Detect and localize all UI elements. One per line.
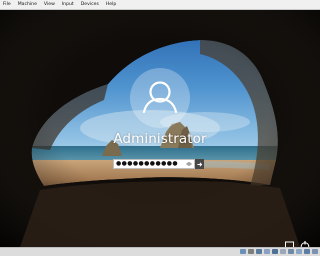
password-row: ●●●●●●●●●●● [113,159,204,169]
password-mask: ●●●●●●●●●●● [116,160,178,167]
arrow-right-icon [197,161,203,167]
menu-view[interactable]: View [41,0,59,9]
user-avatar-icon [142,81,178,114]
network-icon[interactable] [284,240,296,247]
username-label: Administrator [113,131,207,147]
user-avatar [130,68,190,128]
menu-help[interactable]: Help [103,0,120,9]
optical-icon[interactable] [248,249,254,254]
vm-menubar: File Machine View Input Devices Help [0,0,320,10]
display-icon[interactable] [272,249,278,254]
shared-folder-icon[interactable] [264,249,270,254]
menu-file[interactable]: File [0,0,15,9]
keyboard-icon[interactable] [312,249,318,254]
password-field[interactable]: ●●●●●●●●●●● [113,159,195,169]
menu-devices[interactable]: Devices [78,0,103,9]
usb-icon[interactable] [256,249,262,254]
ease-of-access-icon[interactable] [299,240,311,247]
menu-input[interactable]: Input [59,0,78,9]
mouse-integration-icon[interactable] [296,249,302,254]
hdd-icon[interactable] [240,249,246,254]
lock-screen: Administrator ●●●●●●●●●●● [0,10,320,247]
eye-reveal-icon[interactable] [186,161,192,167]
host-key-icon[interactable] [304,249,310,254]
video-capture-icon[interactable] [280,249,286,254]
menu-machine[interactable]: Machine [15,0,41,9]
cpu-icon[interactable] [288,249,294,254]
status-icons [240,249,318,254]
submit-button[interactable] [195,159,204,169]
lock-screen-background [0,10,320,247]
